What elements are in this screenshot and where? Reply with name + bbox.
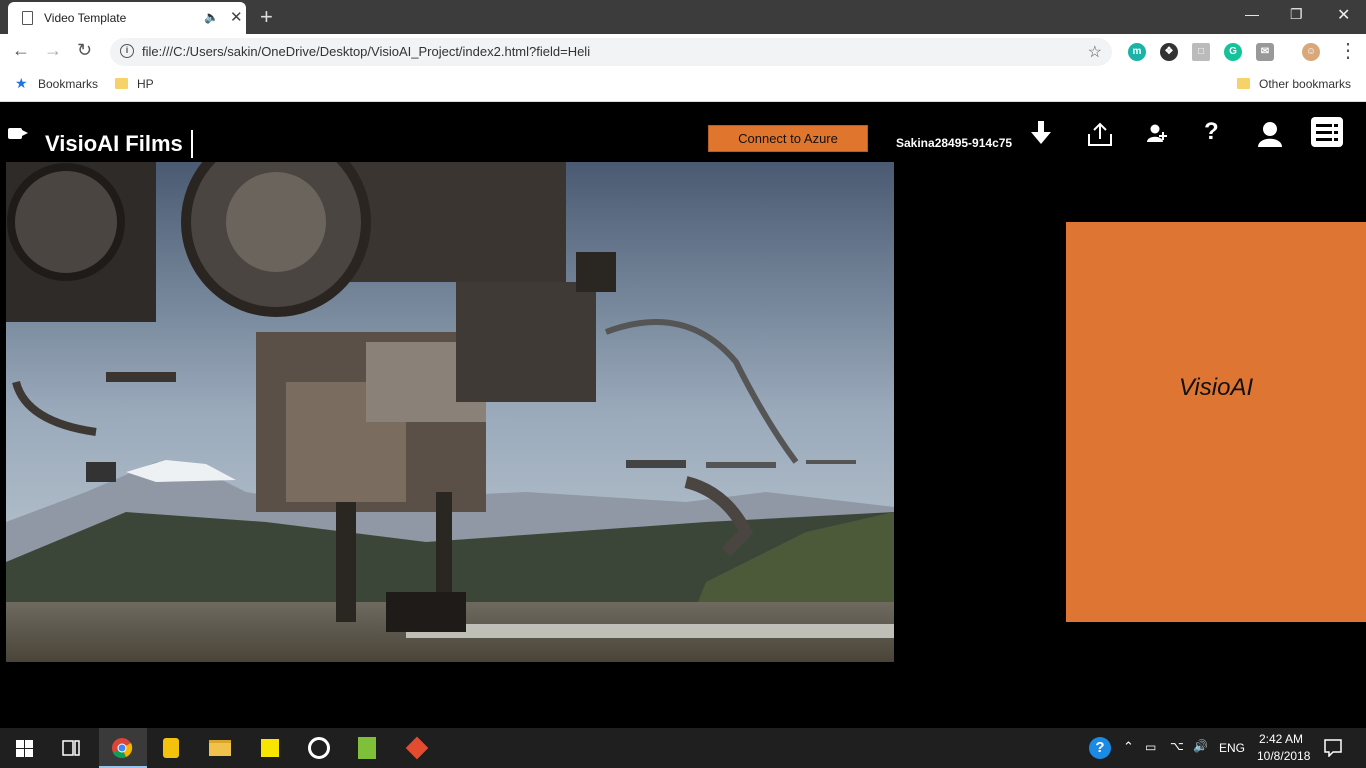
video-camera-icon bbox=[8, 128, 28, 139]
taskbar-git[interactable] bbox=[392, 728, 440, 768]
tab-title: Video Template bbox=[44, 11, 127, 25]
bookmark-star-icon[interactable]: ☆ bbox=[1088, 42, 1102, 62]
lightbulb-icon bbox=[163, 738, 179, 758]
upload-icon[interactable] bbox=[1086, 120, 1114, 148]
page-icon bbox=[22, 11, 33, 25]
extension-spiral-icon[interactable]: ❖ bbox=[1160, 43, 1178, 61]
close-tab-icon[interactable]: ✕ bbox=[230, 8, 243, 26]
browser-toolbar: ← → ↻ i file:///C:/Users/sakin/OneDrive/… bbox=[0, 34, 1366, 70]
volume-icon[interactable]: 🔊 bbox=[1193, 739, 1208, 753]
bookmark-item[interactable]: Bookmarks bbox=[38, 77, 98, 91]
browser-title-bar: Video Template 🔈 ✕ + — ❐ ✕ bbox=[0, 0, 1366, 34]
target-icon bbox=[308, 737, 330, 759]
chevron-up-icon[interactable]: ⌃ bbox=[1123, 739, 1134, 755]
account-icon[interactable] bbox=[1257, 120, 1283, 148]
notification-icon[interactable] bbox=[1324, 739, 1342, 757]
address-bar[interactable]: i file:///C:/Users/sakin/OneDrive/Deskto… bbox=[110, 38, 1112, 66]
brand-title: VisioAI Films bbox=[45, 130, 193, 158]
video-frame bbox=[6, 162, 894, 662]
info-icon[interactable]: i bbox=[120, 44, 134, 58]
taskbar-tips[interactable] bbox=[148, 728, 196, 768]
help-icon[interactable]: ? bbox=[1204, 118, 1219, 146]
task-view-icon[interactable] bbox=[62, 740, 80, 756]
browser-tab[interactable]: Video Template 🔈 ✕ bbox=[8, 2, 246, 34]
forward-icon[interactable]: → bbox=[44, 40, 62, 61]
language-indicator[interactable]: ENG bbox=[1219, 741, 1245, 755]
sticky-notes-icon bbox=[261, 739, 279, 757]
new-tab-button[interactable]: + bbox=[260, 4, 273, 30]
connect-azure-button[interactable]: Connect to Azure bbox=[708, 125, 868, 152]
help-tray-icon[interactable]: ? bbox=[1089, 737, 1111, 759]
url-text[interactable]: file:///C:/Users/sakin/OneDrive/Desktop/… bbox=[142, 44, 590, 59]
reload-icon[interactable]: ↻ bbox=[77, 40, 92, 61]
restore-button[interactable]: ❐ bbox=[1290, 6, 1303, 23]
chrome-icon bbox=[112, 738, 133, 758]
wifi-icon[interactable]: ⌥ bbox=[1170, 739, 1184, 753]
windows-taskbar: ? ⌃ ▭ ⌥ 🔊 ENG 2:42 AM 10/8/2018 bbox=[0, 728, 1366, 768]
video-player[interactable] bbox=[6, 162, 894, 662]
speaker-icon[interactable]: 🔈 bbox=[204, 10, 219, 24]
git-icon bbox=[405, 736, 429, 760]
bookmarks-bar: ★ Bookmarks HP Other bookmarks bbox=[0, 70, 1366, 102]
taskbar-app-circle[interactable] bbox=[295, 728, 343, 768]
menu-dots-icon[interactable]: ⋮ bbox=[1338, 38, 1358, 63]
profile-avatar[interactable]: ☺ bbox=[1302, 43, 1320, 61]
notepad-plus-icon bbox=[358, 737, 376, 759]
side-panel-label: VisioAI bbox=[1178, 374, 1254, 401]
download-icon[interactable] bbox=[1029, 119, 1053, 147]
file-explorer-icon bbox=[209, 740, 231, 756]
battery-icon[interactable]: ▭ bbox=[1145, 740, 1156, 754]
add-user-icon[interactable] bbox=[1146, 122, 1168, 144]
windows-start-icon[interactable] bbox=[16, 740, 33, 757]
side-panel: VisioAI bbox=[1066, 222, 1366, 622]
minimize-button[interactable]: — bbox=[1245, 6, 1259, 22]
taskbar-file-explorer[interactable] bbox=[196, 728, 244, 768]
bookmarks-star-icon: ★ bbox=[15, 75, 28, 91]
extension-mail-icon[interactable]: ✉ bbox=[1256, 43, 1274, 61]
bookmark-item[interactable]: HP bbox=[137, 77, 154, 91]
page-content: VisioAI Films Connect to Azure Sakina284… bbox=[0, 102, 1366, 728]
back-icon[interactable]: ← bbox=[12, 40, 30, 61]
other-bookmarks[interactable]: Other bookmarks bbox=[1259, 77, 1351, 91]
grammarly-icon[interactable]: G bbox=[1224, 43, 1242, 61]
menu-list-icon[interactable] bbox=[1310, 116, 1344, 148]
user-id: Sakina28495-914c75 bbox=[896, 136, 1013, 150]
folder-icon bbox=[115, 78, 128, 89]
taskbar-sticky-notes[interactable] bbox=[246, 728, 294, 768]
extension-pdf-icon[interactable]: □ bbox=[1192, 43, 1210, 61]
extension-m-icon[interactable]: m bbox=[1128, 43, 1146, 61]
taskbar-chrome[interactable] bbox=[99, 728, 147, 768]
clock-time[interactable]: 2:42 AM bbox=[1259, 732, 1303, 746]
taskbar-notepad[interactable] bbox=[343, 728, 391, 768]
close-window-button[interactable]: ✕ bbox=[1337, 5, 1350, 25]
clock-date[interactable]: 10/8/2018 bbox=[1257, 749, 1310, 763]
folder-icon bbox=[1237, 78, 1250, 89]
